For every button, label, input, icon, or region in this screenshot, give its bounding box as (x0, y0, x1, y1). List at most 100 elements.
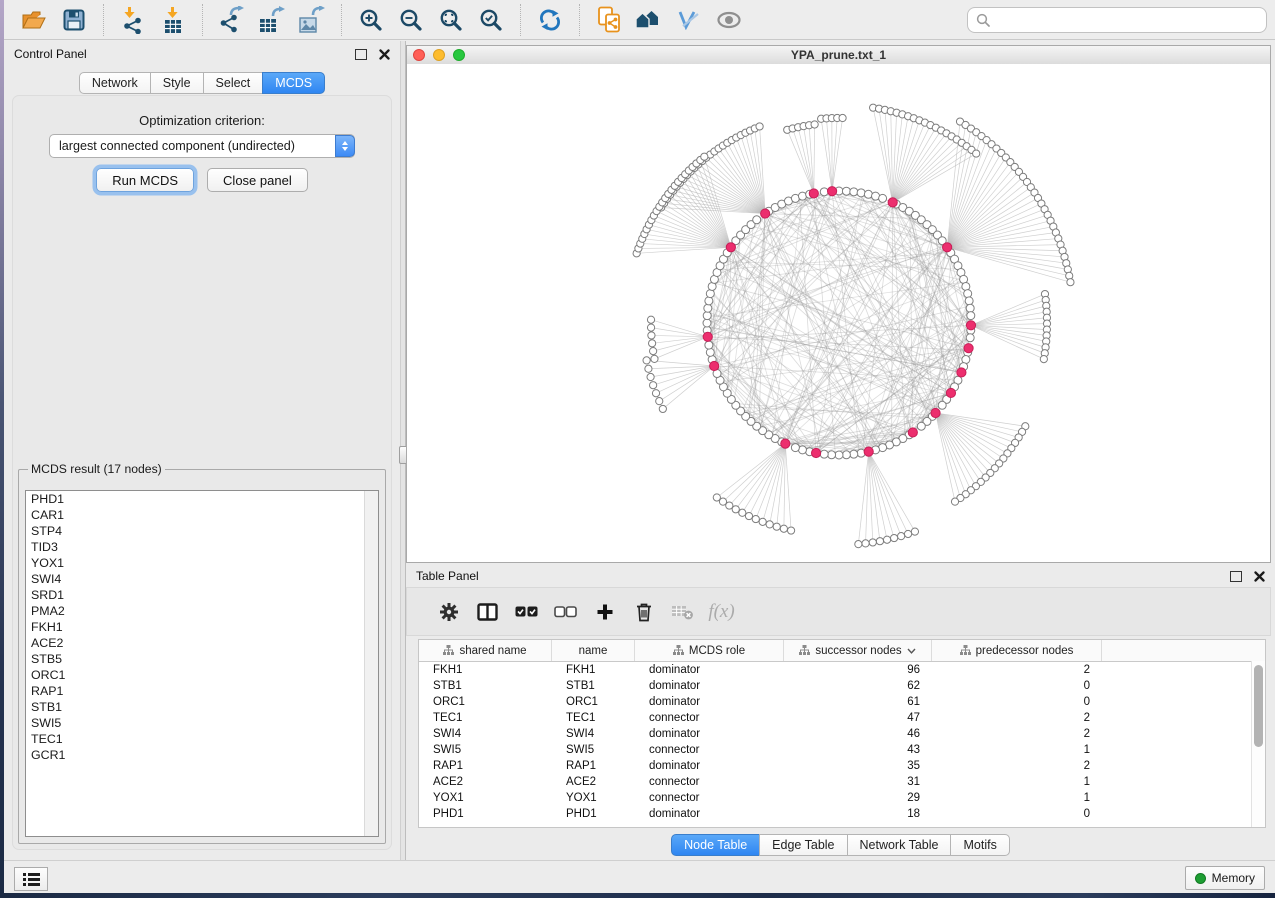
network-node[interactable] (850, 450, 858, 458)
table-scrollbar-track[interactable] (1251, 661, 1265, 827)
network-leaf-node[interactable] (647, 324, 654, 331)
network-leaf-node[interactable] (648, 340, 655, 347)
open-session-button[interactable] (14, 3, 54, 37)
mcds-result-item[interactable]: PHD1 (26, 491, 378, 507)
delete-table-button[interactable] (663, 594, 702, 630)
float-panel-icon[interactable] (1230, 571, 1242, 582)
network-node[interactable] (835, 451, 843, 459)
mcds-network-node[interactable] (809, 189, 818, 198)
tab-style[interactable]: Style (150, 72, 204, 94)
column-header-name[interactable]: name (552, 640, 635, 661)
close-panel-icon[interactable] (1254, 571, 1265, 582)
mcds-network-node[interactable] (726, 243, 735, 252)
import-table-button[interactable] (153, 3, 193, 37)
tab-mcds[interactable]: MCDS (262, 72, 325, 94)
network-leaf-node[interactable] (659, 405, 666, 412)
network-node[interactable] (857, 189, 865, 197)
function-builder-button[interactable]: f(x) (702, 594, 741, 630)
column-header-shared-name[interactable]: shared name (419, 640, 552, 661)
network-leaf-node[interactable] (811, 121, 818, 128)
clone-network-button[interactable] (589, 3, 629, 37)
table-row[interactable]: FKH1FKH1dominator962 (419, 662, 1265, 678)
mcds-result-item[interactable]: TEC1 (26, 731, 378, 747)
table-tab-network-table[interactable]: Network Table (847, 834, 952, 856)
task-history-button[interactable] (14, 867, 48, 891)
network-leaf-node[interactable] (701, 153, 708, 160)
zoom-out-button[interactable] (391, 3, 431, 37)
float-panel-icon[interactable] (355, 49, 367, 60)
mcds-result-item[interactable]: GCR1 (26, 747, 378, 763)
mcds-result-item[interactable]: ORC1 (26, 667, 378, 683)
mcds-network-node[interactable] (703, 332, 712, 341)
select-all-button[interactable] (507, 594, 546, 630)
network-leaf-node[interactable] (773, 523, 780, 530)
network-graph[interactable] (407, 64, 1270, 562)
network-node[interactable] (791, 444, 799, 452)
network-leaf-node[interactable] (650, 382, 657, 389)
network-leaf-node[interactable] (1040, 356, 1047, 363)
network-leaf-node[interactable] (904, 530, 911, 537)
search-input[interactable] (996, 12, 1258, 28)
tab-select[interactable]: Select (203, 72, 264, 94)
column-header-predecessor-nodes[interactable]: predecessor nodes (932, 640, 1102, 661)
run-mcds-button[interactable]: Run MCDS (96, 168, 194, 192)
network-leaf-node[interactable] (759, 518, 766, 525)
table-row[interactable]: YOX1YOX1connector291 (419, 790, 1265, 806)
network-leaf-node[interactable] (862, 540, 869, 547)
mcds-network-node[interactable] (966, 321, 975, 330)
network-leaf-node[interactable] (883, 536, 890, 543)
network-leaf-node[interactable] (713, 494, 720, 501)
network-node[interactable] (753, 216, 761, 224)
mcds-network-node[interactable] (888, 198, 897, 207)
network-leaf-node[interactable] (756, 123, 763, 130)
network-node[interactable] (705, 341, 713, 349)
mcds-network-node[interactable] (943, 243, 952, 252)
add-column-button[interactable] (585, 594, 624, 630)
network-node[interactable] (938, 401, 946, 409)
mcds-network-node[interactable] (761, 209, 770, 218)
network-node[interactable] (704, 304, 712, 312)
network-manager-button[interactable] (629, 3, 669, 37)
network-node[interactable] (850, 188, 858, 196)
network-leaf-node[interactable] (645, 365, 652, 372)
export-table-button[interactable] (252, 3, 292, 37)
network-leaf-node[interactable] (869, 539, 876, 546)
deselect-all-button[interactable] (546, 594, 585, 630)
network-leaf-node[interactable] (898, 533, 905, 540)
mcds-network-node[interactable] (946, 388, 955, 397)
network-leaf-node[interactable] (650, 348, 657, 355)
mcds-result-item[interactable]: TID3 (26, 539, 378, 555)
mcds-network-node[interactable] (710, 361, 719, 370)
network-canvas[interactable] (407, 64, 1270, 562)
table-tab-node-table[interactable]: Node Table (671, 834, 760, 856)
mcds-result-item[interactable]: CAR1 (26, 507, 378, 523)
zoom-in-button[interactable] (351, 3, 391, 37)
network-node[interactable] (820, 188, 828, 196)
table-row[interactable]: ORC1ORC1dominator610 (419, 694, 1265, 710)
network-node[interactable] (703, 319, 711, 327)
network-leaf-node[interactable] (780, 525, 787, 532)
network-leaf-node[interactable] (745, 512, 752, 519)
network-leaf-node[interactable] (647, 373, 654, 380)
network-leaf-node[interactable] (656, 398, 663, 405)
table-row[interactable]: STB1STB1dominator620 (419, 678, 1265, 694)
mcds-network-node[interactable] (908, 428, 917, 437)
network-node[interactable] (967, 312, 975, 320)
close-panel-icon[interactable] (379, 49, 390, 60)
network-leaf-node[interactable] (1067, 279, 1074, 286)
table-scrollbar-thumb[interactable] (1254, 665, 1263, 747)
network-node[interactable] (842, 187, 850, 195)
mcds-result-item[interactable]: STB5 (26, 651, 378, 667)
mcds-network-node[interactable] (827, 187, 836, 196)
network-leaf-node[interactable] (752, 515, 759, 522)
table-row[interactable]: RAP1RAP1dominator352 (419, 758, 1265, 774)
tab-network[interactable]: Network (79, 72, 151, 94)
network-leaf-node[interactable] (643, 357, 650, 364)
network-leaf-node[interactable] (891, 534, 898, 541)
export-network-button[interactable] (212, 3, 252, 37)
mcds-result-item[interactable]: PMA2 (26, 603, 378, 619)
network-node[interactable] (820, 450, 828, 458)
mcds-result-item[interactable]: FKH1 (26, 619, 378, 635)
network-node[interactable] (703, 312, 711, 320)
network-node[interactable] (706, 348, 714, 356)
